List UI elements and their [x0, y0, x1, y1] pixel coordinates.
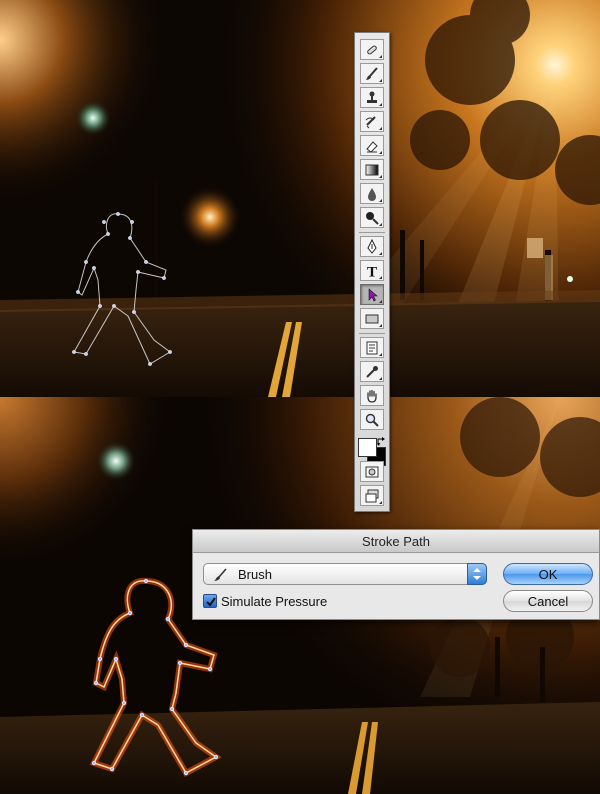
blur-icon[interactable] [360, 183, 384, 204]
eyedropper-icon[interactable] [360, 361, 384, 382]
type-icon[interactable]: T [360, 260, 384, 281]
simulate-pressure-label: Simulate Pressure [221, 594, 328, 609]
eraser-icon[interactable] [360, 135, 384, 156]
tools-palette: T [354, 32, 390, 512]
chevron-updown-icon[interactable] [467, 563, 487, 585]
canvas-top-photo [0, 0, 600, 397]
foreground-color-swatch[interactable] [358, 438, 377, 457]
screen-mode-icon[interactable] [360, 485, 384, 506]
brush-icon[interactable] [360, 63, 384, 84]
zoom-icon[interactable] [360, 409, 384, 430]
cancel-button[interactable]: Cancel [503, 590, 593, 612]
quick-mask-icon[interactable] [360, 461, 384, 482]
gradient-icon[interactable] [360, 159, 384, 180]
hand-icon[interactable] [360, 385, 384, 406]
swap-colors-icon[interactable] [377, 433, 386, 446]
dodge-icon[interactable] [360, 207, 384, 228]
clone-stamp-icon[interactable] [360, 87, 384, 108]
history-brush-icon[interactable] [360, 111, 384, 132]
checkmark-icon [206, 597, 216, 607]
svg-text:T: T [367, 264, 377, 279]
stroke-tool-select[interactable]: Brush [203, 563, 487, 585]
pen-icon[interactable] [360, 236, 384, 257]
rectangle-shape-icon[interactable] [360, 308, 384, 329]
ok-button[interactable]: OK [503, 563, 593, 585]
toolbox-divider [359, 333, 385, 334]
path-selection-icon[interactable] [360, 284, 384, 305]
stroke-tool-value: Brush [238, 567, 272, 582]
brush-icon [214, 568, 227, 581]
toolbox-divider [359, 232, 385, 233]
stroke-path-dialog: Stroke Path Brush Simulate Pressure OK C… [192, 529, 600, 620]
dialog-title: Stroke Path [362, 533, 430, 549]
simulate-pressure-checkbox[interactable] [203, 594, 217, 608]
healing-brush-icon[interactable] [360, 39, 384, 60]
dialog-titlebar[interactable]: Stroke Path [193, 530, 599, 553]
notes-icon[interactable] [360, 337, 384, 358]
